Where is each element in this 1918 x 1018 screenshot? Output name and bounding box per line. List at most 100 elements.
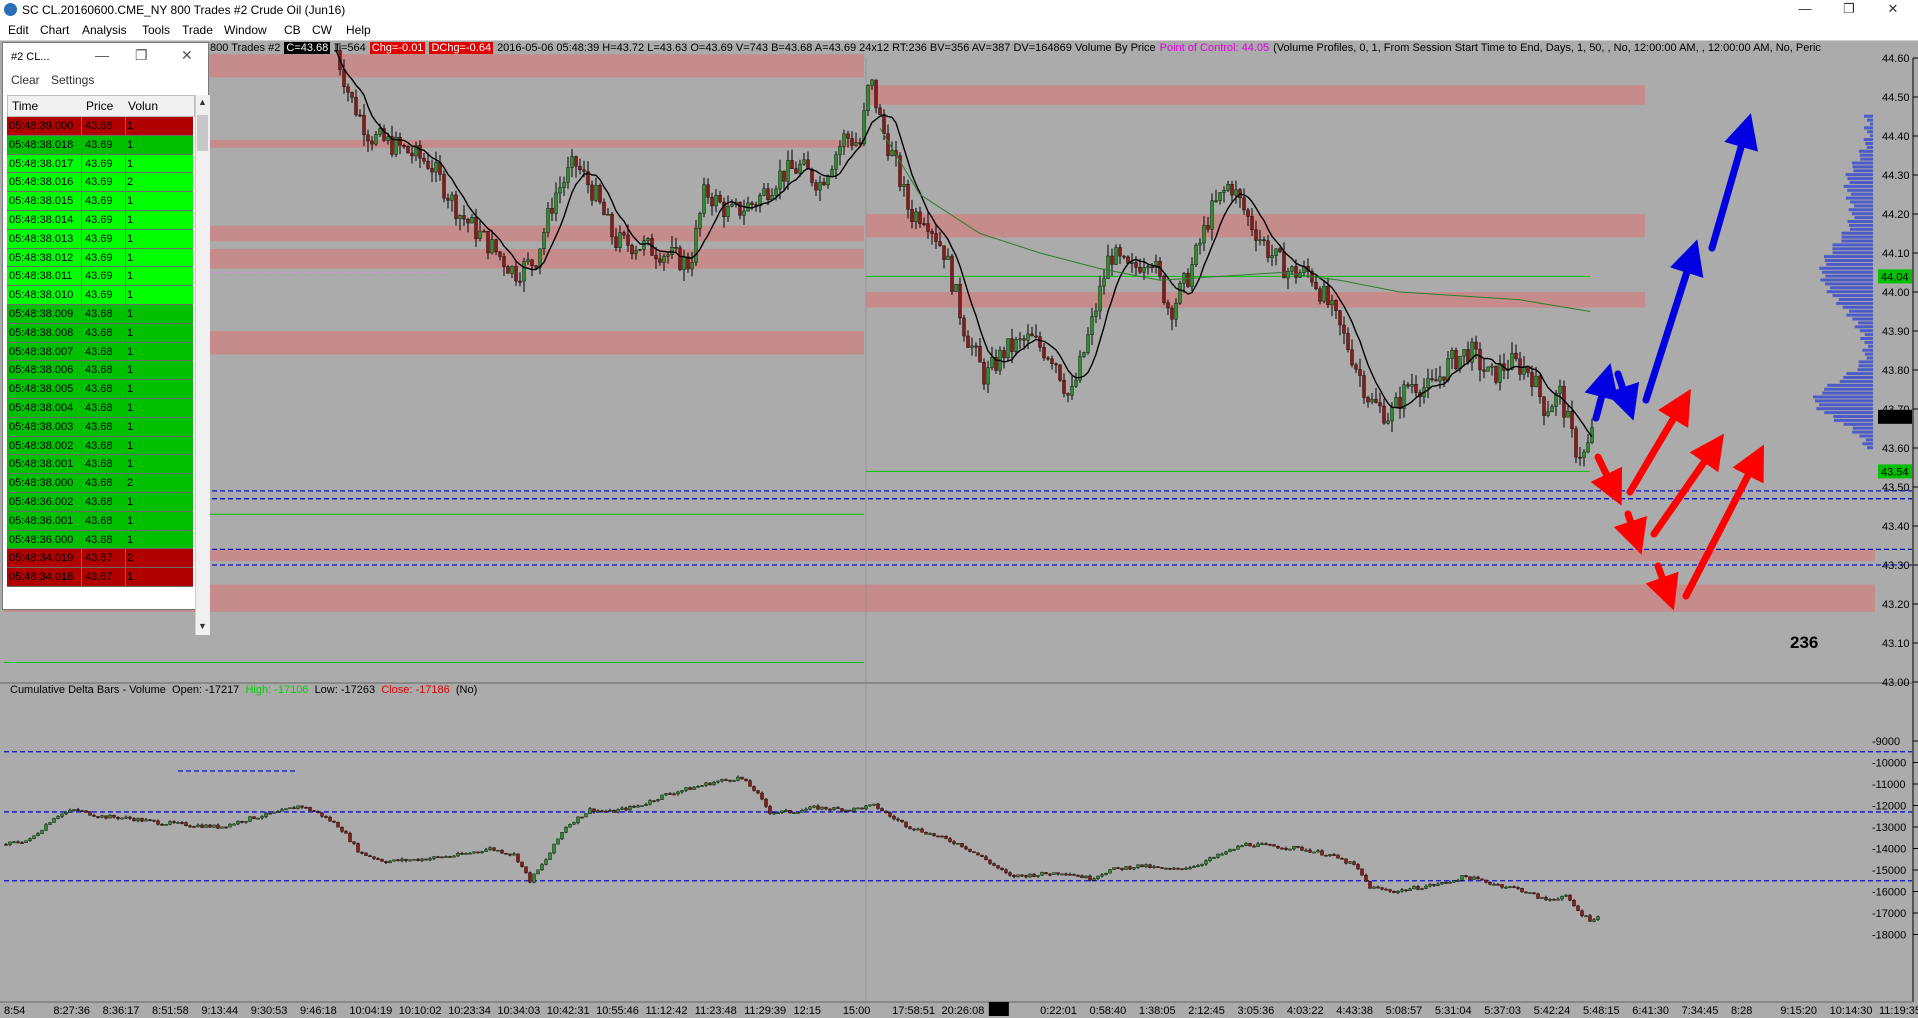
tas-row[interactable]: 05:48:36.002 43.68 1 xyxy=(7,492,193,512)
delta-body xyxy=(892,816,896,820)
profile-bar xyxy=(1824,259,1873,262)
scroll-down-icon[interactable]: ▼ xyxy=(198,621,207,631)
tas-row[interactable]: 05:48:34.018 43.67 1 xyxy=(7,568,193,587)
delta-body xyxy=(1564,894,1568,897)
tas-cell-price: 43.69 xyxy=(85,195,113,208)
delta-body xyxy=(516,853,520,863)
delta-body xyxy=(752,786,756,791)
delta-body xyxy=(904,821,908,827)
delta-body xyxy=(624,807,628,811)
delta-body xyxy=(552,843,556,854)
profile-bar xyxy=(1845,196,1873,200)
candle-body xyxy=(1022,338,1026,341)
tas-cell-volume: 2 xyxy=(127,176,134,189)
delta-body xyxy=(244,820,248,823)
delta-body xyxy=(1244,843,1248,846)
tas-row[interactable]: 05:48:38.013 43.69 1 xyxy=(7,229,193,249)
tas-row[interactable]: 05:48:38.016 43.69 2 xyxy=(7,173,193,193)
delta-body xyxy=(596,810,600,813)
tas-cell-price: 43.68 xyxy=(85,420,113,433)
tas-cell-time: 05:48:38.012 xyxy=(9,251,74,264)
profile-bar xyxy=(1849,227,1873,231)
tas-row[interactable]: 05:48:38.007 43.68 1 xyxy=(7,342,193,362)
tas-cell-time: 05:48:34.018 xyxy=(9,571,74,584)
candle-body xyxy=(902,184,906,187)
delta-body xyxy=(556,838,560,845)
candle-body xyxy=(506,266,510,274)
profile-bar xyxy=(1852,430,1873,434)
tas-row[interactable]: 05:48:38.015 43.69 1 xyxy=(7,192,193,211)
price-tick-label: 43.60 xyxy=(1882,443,1910,455)
tas-col-time[interactable]: Time xyxy=(12,99,38,113)
tas-minimize-button[interactable]: — xyxy=(95,47,109,63)
delta-body xyxy=(120,817,124,820)
time-and-sales-window[interactable]: #2 CL... — ❐ ✕ Clear Settings Time Price… xyxy=(2,42,210,635)
delta-body xyxy=(1204,860,1208,865)
candle-body xyxy=(930,231,934,234)
scroll-thumb[interactable] xyxy=(197,115,208,151)
candle-body xyxy=(362,114,366,136)
candle-body xyxy=(1542,396,1546,416)
price-chart[interactable]: 44.6044.5044.4044.3044.2044.1044.0043.90… xyxy=(0,0,1918,1018)
tas-row[interactable]: 05:48:39.000 43.68 1 xyxy=(7,117,193,136)
delta-body xyxy=(188,825,192,828)
tas-row[interactable]: 05:48:34.019 43.67 2 xyxy=(7,549,193,569)
tas-row[interactable]: 05:48:38.002 43.68 1 xyxy=(7,436,193,456)
delta-body xyxy=(1440,882,1444,885)
tas-maximize-button[interactable]: ❐ xyxy=(135,47,148,64)
tas-row[interactable]: 05:48:38.018 43.69 1 xyxy=(7,135,193,155)
candle-body xyxy=(1514,352,1518,360)
tas-row[interactable]: 05:48:38.010 43.69 1 xyxy=(7,286,193,305)
delta-body xyxy=(1076,875,1080,877)
tas-row[interactable]: 05:48:36.000 43.68 1 xyxy=(7,530,193,550)
delta-body xyxy=(824,806,828,810)
candle-body xyxy=(1330,300,1334,305)
delta-body xyxy=(1248,843,1252,847)
price-tick-label: 44.00 xyxy=(1882,287,1910,299)
tas-row[interactable]: 05:48:38.012 43.69 1 xyxy=(7,248,193,268)
tas-row[interactable]: 05:48:38.005 43.68 1 xyxy=(7,380,193,399)
tas-col-price[interactable]: Price xyxy=(86,99,113,113)
tas-row[interactable]: 05:48:38.017 43.69 1 xyxy=(7,154,193,174)
candle-body xyxy=(406,146,410,154)
tas-close-button[interactable]: ✕ xyxy=(181,47,193,64)
delta-body xyxy=(1540,897,1544,899)
delta-body xyxy=(756,790,760,794)
time-tick-label: 7:34:45 xyxy=(1682,1005,1719,1017)
delta-body xyxy=(1040,872,1044,876)
candle-body xyxy=(870,79,874,86)
delta-body xyxy=(692,786,696,790)
delta-body xyxy=(236,821,240,825)
tas-cell-time: 05:48:38.005 xyxy=(9,383,74,396)
tas-settings-button[interactable]: Settings xyxy=(51,73,94,87)
tas-row[interactable]: 05:48:38.014 43.69 1 xyxy=(7,210,193,230)
delta-body xyxy=(812,805,816,808)
delta-body xyxy=(1476,876,1480,880)
delta-body xyxy=(136,818,140,822)
candle-body xyxy=(1498,363,1502,383)
profile-bar xyxy=(1865,142,1873,145)
tas-row[interactable]: 05:48:38.000 43.68 2 xyxy=(7,474,193,493)
tas-row[interactable]: 05:48:38.006 43.68 1 xyxy=(7,361,193,381)
candle-body xyxy=(1474,341,1478,350)
tas-scrollbar[interactable]: ▲ ▼ xyxy=(195,95,210,635)
delta-body xyxy=(1068,873,1072,876)
tas-col-volume[interactable]: Volun xyxy=(128,99,158,113)
delta-body xyxy=(1200,863,1204,866)
delta-body xyxy=(640,805,644,807)
tas-clear-button[interactable]: Clear xyxy=(11,73,40,87)
candle-body xyxy=(830,169,834,177)
tas-cell-price: 43.68 xyxy=(85,439,113,452)
tas-row[interactable]: 05:48:38.004 43.68 1 xyxy=(7,398,193,418)
tas-row[interactable]: 05:48:38.008 43.68 1 xyxy=(7,323,193,343)
scroll-up-icon[interactable]: ▲ xyxy=(198,97,207,107)
tas-row[interactable]: 05:48:38.011 43.69 1 xyxy=(7,267,193,287)
tas-row[interactable]: 05:48:38.001 43.68 1 xyxy=(7,455,193,475)
tas-row[interactable]: 05:48:38.009 43.68 1 xyxy=(7,304,193,324)
delta-body xyxy=(96,816,100,818)
tas-row[interactable]: 05:48:36.001 43.68 1 xyxy=(7,511,193,531)
delta-body xyxy=(1108,869,1112,874)
delta-body xyxy=(800,810,804,813)
delta-body xyxy=(804,808,808,811)
tas-row[interactable]: 05:48:38.003 43.68 1 xyxy=(7,417,193,437)
